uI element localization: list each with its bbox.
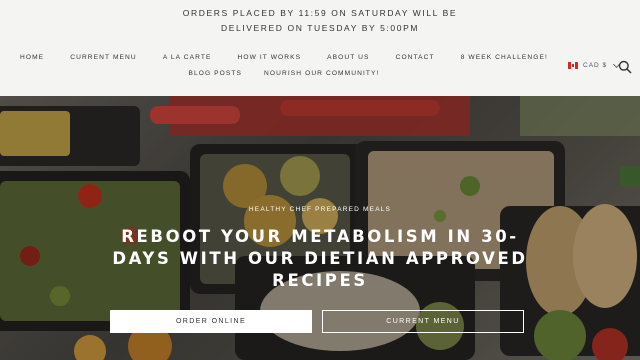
announcement-line-2: DELIVERED ON TUESDAY BY 5:00PM — [220, 23, 420, 33]
nav-link-current-menu[interactable]: CURRENT MENU — [70, 54, 137, 61]
current-menu-button[interactable]: CURRENT MENU — [322, 310, 524, 333]
main-nav-row-2: BLOG POSTS NOURISH OUR COMMUNITY! — [0, 70, 568, 77]
canada-flag-icon — [568, 62, 578, 69]
nav-link-contact[interactable]: CONTACT — [396, 54, 435, 61]
hero-eyebrow: HEALTHY CHEF PREPARED MEALS — [248, 206, 392, 213]
nav-link-how-it-works[interactable]: HOW IT WORKS — [237, 54, 301, 61]
site-header: HOME CURRENT MENU A LA CARTE HOW IT WORK… — [0, 44, 640, 96]
currency-selector[interactable]: CAD $ — [568, 60, 621, 69]
announcement-line-1: ORDERS PLACED BY 11:59 ON SATURDAY WILL … — [182, 8, 458, 18]
nav-link-a-la-carte[interactable]: A LA CARTE — [163, 54, 212, 61]
search-button[interactable] — [618, 60, 632, 74]
main-nav-row-1: HOME CURRENT MENU A LA CARTE HOW IT WORK… — [20, 54, 548, 61]
nav-link-blog-posts[interactable]: BLOG POSTS — [189, 70, 243, 77]
currency-label: CAD $ — [583, 62, 608, 69]
announcement-bar: ORDERS PLACED BY 11:59 ON SATURDAY WILL … — [0, 0, 640, 44]
nav-link-about-us[interactable]: ABOUT US — [327, 54, 369, 61]
nav-link-8-week-challenge[interactable]: 8 WEEK CHALLENGE! — [461, 54, 548, 61]
nav-link-nourish-our-community[interactable]: NOURISH OUR COMMUNITY! — [264, 70, 379, 77]
search-icon — [618, 60, 632, 74]
hero-banner: HEALTHY CHEF PREPARED MEALS REBOOT YOUR … — [0, 96, 640, 360]
order-online-button[interactable]: ORDER ONLINE — [110, 310, 312, 333]
hero-headline: REBOOT YOUR METABOLISM IN 30-DAYS WITH O… — [112, 227, 528, 290]
nav-link-home[interactable]: HOME — [20, 54, 44, 61]
